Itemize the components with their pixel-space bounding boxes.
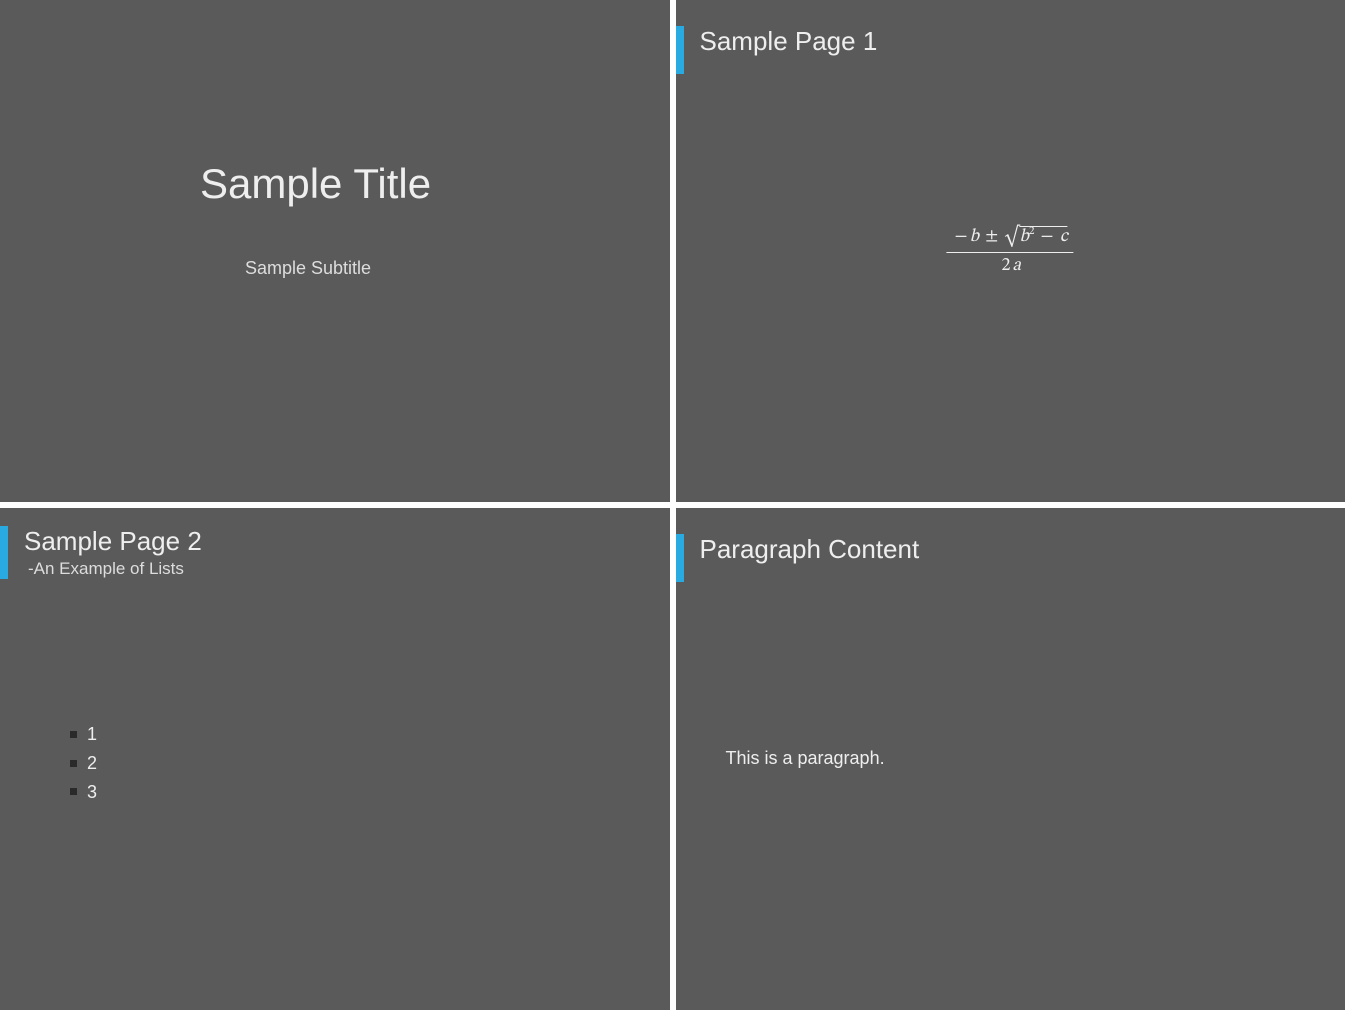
slide-grid: Sample Title Sample Subtitle Sample Page… <box>0 0 1345 1010</box>
var-b2: b <box>1020 228 1029 246</box>
quadratic-formula: −b ± √b2 − c 2a <box>947 225 1074 278</box>
const-2: 2 <box>999 257 1012 275</box>
formula-denominator: 2a <box>947 253 1074 278</box>
minus-sign: − <box>1039 228 1056 246</box>
sqrt-icon: √ <box>1004 228 1019 247</box>
slide-paragraph: Paragraph Content This is a paragraph. <box>676 508 1345 1010</box>
formula-numerator: −b ± √b2 − c <box>947 225 1074 252</box>
slide-title: Sample Title Sample Subtitle <box>0 0 670 502</box>
presentation-subtitle: Sample Subtitle <box>245 258 371 279</box>
bullet-icon <box>70 788 77 795</box>
list-item-label: 3 <box>87 778 97 807</box>
var-c: c <box>1060 228 1068 246</box>
bullet-icon <box>70 731 77 738</box>
paragraph-text: This is a paragraph. <box>726 748 885 769</box>
list-item-label: 1 <box>87 720 97 749</box>
frame-title-bar: Sample Page 2 -An Example of Lists <box>0 526 202 579</box>
frame-title-bar: Paragraph Content <box>676 534 920 582</box>
var-b: b <box>970 228 979 246</box>
radicand: b2 − c <box>1020 226 1068 246</box>
slide-page-2: Sample Page 2 -An Example of Lists 1 2 3 <box>0 508 670 1010</box>
var-a: a <box>1012 257 1021 275</box>
frame-title-bar: Sample Page 1 <box>676 26 878 74</box>
presentation-title: Sample Title <box>200 160 431 208</box>
pm-sign: ± <box>983 228 1000 246</box>
frame-title-text: Sample Page 2 <box>24 526 202 557</box>
neg-sign: − <box>953 228 970 246</box>
list-item: 3 <box>70 778 97 807</box>
bullet-icon <box>70 760 77 767</box>
frame-title-text: Paragraph Content <box>700 534 920 565</box>
list-item: 1 <box>70 720 97 749</box>
frame-subtitle-text: -An Example of Lists <box>24 559 202 579</box>
list-item-label: 2 <box>87 749 97 778</box>
item-list: 1 2 3 <box>70 720 97 806</box>
exp-2: 2 <box>1029 226 1034 237</box>
list-item: 2 <box>70 749 97 778</box>
slide-page-1: Sample Page 1 −b ± √b2 − c 2a <box>676 0 1345 502</box>
frame-title-text: Sample Page 1 <box>700 26 878 57</box>
